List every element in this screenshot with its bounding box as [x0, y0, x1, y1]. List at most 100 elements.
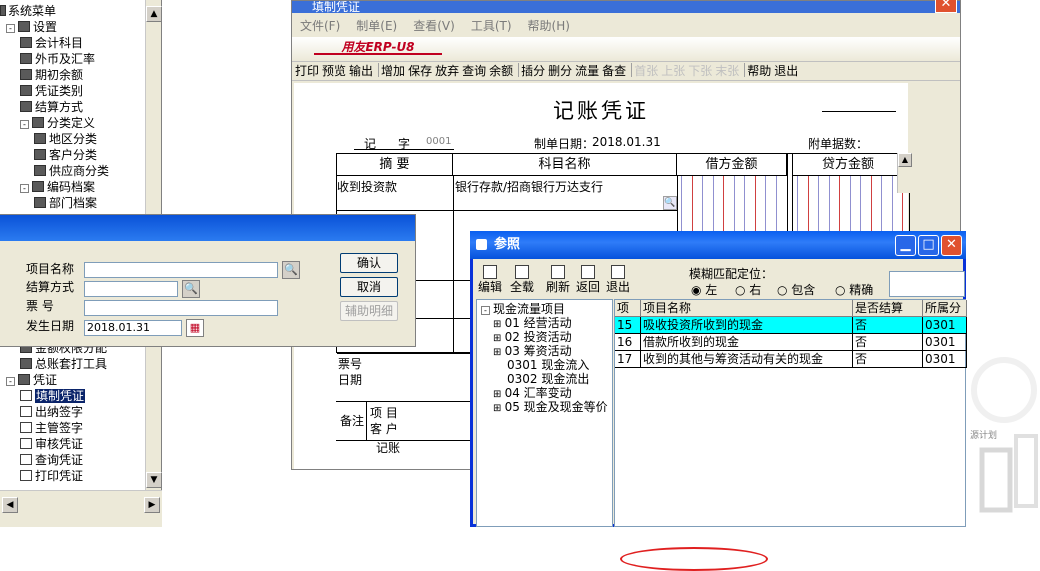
tree-item[interactable]: - 凭证: [6, 372, 57, 388]
toolbar-button[interactable]: 帮助: [747, 64, 771, 78]
cashflow-tree[interactable]: - 现金流量项目 ⊞ 01 经营活动 ⊞ 02 投资活动 ⊞ 03 筹资活动 0301 …: [476, 299, 613, 527]
tree-item[interactable]: 打印凭证: [20, 468, 83, 484]
reference-dialog-titlebar[interactable]: 参照 ▁ □ ✕: [470, 231, 966, 259]
subject-search-icon[interactable]: 🔍: [663, 196, 677, 210]
expand-icon[interactable]: ⊞: [493, 389, 505, 400]
row1-subject[interactable]: 银行存款/招商银行万达支行: [455, 178, 603, 195]
tree-item[interactable]: 外币及汇率: [20, 51, 95, 67]
tree-item[interactable]: 地区分类: [34, 131, 97, 147]
bill-no-input[interactable]: [84, 300, 278, 316]
tree-item[interactable]: 结算方式: [20, 99, 83, 115]
ok-button[interactable]: 确认: [340, 253, 398, 273]
toolbar-button[interactable]: 首张: [634, 64, 658, 78]
menu-item[interactable]: 工具(T): [471, 19, 512, 33]
cashflow-tree-node[interactable]: 0301 现金流入: [507, 358, 589, 372]
project-search-icon[interactable]: 🔍: [282, 261, 300, 279]
tree-item[interactable]: 填制凭证: [20, 388, 86, 404]
close-icon[interactable]: ✕: [935, 0, 957, 13]
tree-item[interactable]: 客户分类: [34, 147, 97, 163]
tree-root[interactable]: 系统菜单: [0, 3, 56, 19]
menu-item[interactable]: 查看(V): [413, 19, 455, 33]
toolbar-button[interactable]: 保存: [408, 64, 432, 78]
cashflow-tree-node[interactable]: ⊞ 04 汇率变动: [493, 386, 572, 400]
toolbar-button[interactable]: 退出: [774, 64, 798, 78]
grid-scroll-up-icon[interactable]: ▲: [898, 153, 912, 167]
project-dialog-titlebar[interactable]: [0, 215, 415, 241]
project-name-input[interactable]: [84, 262, 278, 278]
tree-item[interactable]: 查询凭证: [20, 452, 83, 468]
expand-icon[interactable]: ⊞: [493, 347, 505, 358]
aux-detail-button[interactable]: 辅助明细: [340, 301, 398, 321]
toolbar-button[interactable]: 上张: [661, 64, 685, 78]
cancel-button[interactable]: 取消: [340, 277, 398, 297]
match-radio[interactable]: ○ 包含: [777, 281, 815, 298]
cashflow-tree-root[interactable]: - 现金流量项目: [481, 302, 565, 316]
table-header-cell[interactable]: 项目: [615, 300, 641, 331]
cashflow-items-table[interactable]: 项目项目名称是否结算所属分 15吸收投资所收到的现金否0301 16借款所收到的现…: [614, 299, 967, 527]
tree-item[interactable]: 会计科目: [20, 35, 83, 51]
tree-item[interactable]: 部门档案: [34, 195, 97, 211]
toolbar-button[interactable]: 退出: [603, 265, 633, 294]
scroll-down-icon[interactable]: ▼: [146, 472, 162, 488]
collapse-icon[interactable]: -: [20, 120, 29, 129]
tree-item[interactable]: 出纳签字: [20, 404, 83, 420]
cashflow-tree-node[interactable]: ⊞ 05 现金及现金等价: [493, 400, 608, 414]
match-radio[interactable]: ○ 右: [735, 281, 761, 298]
toolbar-button[interactable]: 末张: [715, 64, 739, 78]
toolbar-button[interactable]: 删分: [548, 64, 572, 78]
menu-item[interactable]: 制单(E): [356, 19, 397, 33]
expand-icon[interactable]: ⊞: [493, 333, 505, 344]
match-radio[interactable]: ○ 精确: [835, 281, 873, 298]
toolbar-button[interactable]: 下张: [688, 64, 712, 78]
toolbar-button[interactable]: 增加: [381, 64, 405, 78]
voucher-number[interactable]: 0001: [426, 136, 451, 147]
tree-horizontal-scrollbar[interactable]: ◀ ▶: [0, 490, 162, 527]
scroll-up-icon[interactable]: ▲: [146, 6, 162, 22]
toolbar-button[interactable]: 流量: [575, 64, 599, 78]
occur-date-input[interactable]: 2018.01.31: [84, 320, 182, 336]
menu-item[interactable]: 帮助(H): [528, 19, 570, 33]
tree-item[interactable]: 审核凭证: [20, 436, 83, 452]
table-header-cell[interactable]: 是否结算: [853, 300, 923, 317]
tree-item[interactable]: 供应商分类: [34, 163, 109, 179]
expand-icon[interactable]: ⊞: [493, 403, 505, 414]
collapse-icon[interactable]: -: [6, 24, 15, 33]
tree-item[interactable]: 总账套打工具: [20, 356, 107, 372]
row1-summary[interactable]: 收到投资款: [337, 178, 397, 195]
cashflow-tree-node[interactable]: ⊞ 02 投资活动: [493, 330, 572, 344]
calendar-icon[interactable]: ▦: [186, 319, 204, 337]
toolbar-button[interactable]: 全载: [507, 265, 537, 294]
tree-item[interactable]: 期初余额: [20, 67, 83, 83]
scroll-right-icon[interactable]: ▶: [144, 497, 160, 513]
grid-scrollbar[interactable]: ▲: [897, 153, 912, 193]
settle-method-input[interactable]: [84, 281, 178, 297]
tree-item[interactable]: - 编码档案: [20, 179, 95, 195]
toolbar-button[interactable]: 输出: [349, 64, 373, 78]
menu-item[interactable]: 文件(F): [300, 19, 340, 33]
match-search-input[interactable]: [889, 271, 965, 297]
tree-item[interactable]: 主管签字: [20, 420, 83, 436]
toolbar-button[interactable]: 插分: [521, 64, 545, 78]
cashflow-tree-node[interactable]: ⊞ 01 经营活动: [493, 316, 572, 330]
collapse-icon[interactable]: -: [6, 377, 15, 386]
toolbar-button[interactable]: 编辑: [475, 265, 505, 294]
toolbar-button[interactable]: 备查: [602, 64, 626, 78]
table-header-cell[interactable]: 项目名称: [641, 300, 853, 317]
toolbar-button[interactable]: 打印: [295, 64, 319, 78]
toolbar-button[interactable]: 放弃: [435, 64, 459, 78]
scroll-left-icon[interactable]: ◀: [2, 497, 18, 513]
table-header-cell[interactable]: 所属分: [923, 300, 967, 317]
cashflow-tree-node[interactable]: ⊞ 03 筹资活动: [493, 344, 572, 358]
cashflow-tree-node[interactable]: 0302 现金流出: [507, 372, 589, 386]
voucher-date[interactable]: 2018.01.31: [592, 135, 661, 149]
toolbar-button[interactable]: 查询: [462, 64, 486, 78]
toolbar-button[interactable]: 余额: [489, 64, 513, 78]
tree-item[interactable]: - 设置: [6, 19, 57, 35]
dialog-close-icon[interactable]: ✕: [941, 235, 962, 256]
match-radio[interactable]: ◉ 左: [691, 281, 717, 298]
settle-search-icon[interactable]: 🔍: [182, 280, 200, 298]
tree-item[interactable]: - 分类定义: [20, 115, 95, 131]
toolbar-button[interactable]: 返回: [573, 265, 603, 294]
tree-item[interactable]: 凭证类别: [20, 83, 83, 99]
expand-icon[interactable]: ⊞: [493, 319, 505, 330]
